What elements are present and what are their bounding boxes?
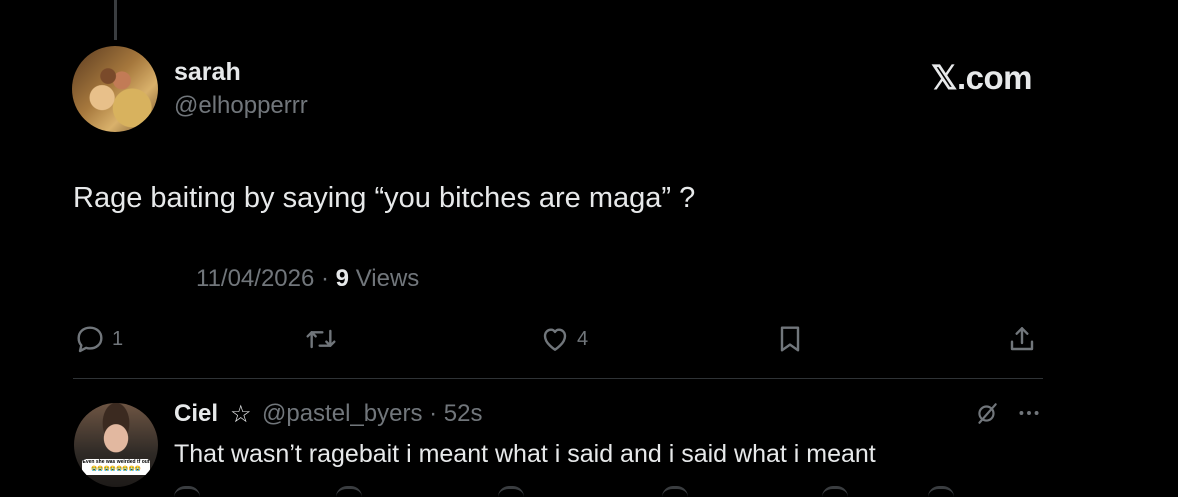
- like-button[interactable]: 4: [539, 323, 588, 355]
- reply-bookmark-icon[interactable]: [822, 486, 848, 497]
- sticker-text: Even she was weirded tf out: [82, 459, 150, 465]
- share-icon: [1010, 327, 1034, 351]
- reply-views-icon[interactable]: [662, 486, 688, 497]
- views-label: Views: [349, 265, 420, 292]
- x-brand-logo: 𝕏.com: [930, 59, 1033, 96]
- reply-count: 1: [112, 327, 124, 350]
- reply-reply-icon[interactable]: [174, 486, 200, 497]
- divider: [73, 378, 1043, 379]
- grok-icon[interactable]: [974, 400, 1000, 426]
- reply-like-icon[interactable]: [498, 486, 524, 497]
- bookmark-button[interactable]: [774, 323, 806, 355]
- author-name[interactable]: sarah: [174, 58, 241, 87]
- reply-share-icon[interactable]: [928, 486, 954, 497]
- bookmark-icon: [780, 326, 800, 352]
- reply-header-actions: [974, 400, 1042, 426]
- reply-button[interactable]: 1: [74, 323, 123, 355]
- reply-meta-separator: ·: [422, 400, 444, 427]
- views-count: 9: [335, 265, 350, 292]
- reply-meta: @pastel_byers · 52s: [262, 400, 482, 428]
- share-button[interactable]: [1006, 323, 1038, 355]
- post-meta: 11/04/2026 · 9 Views: [196, 265, 419, 293]
- repost-button[interactable]: [303, 323, 339, 355]
- reply-avatar[interactable]: Even she was weirded tf out 😭😭😭😭😭😭😭😭: [74, 403, 158, 487]
- sticker-emoji: 😭😭😭😭😭😭😭😭: [91, 466, 141, 472]
- reply-time[interactable]: 52s: [444, 400, 483, 427]
- thread-line: [114, 0, 117, 40]
- avatar-sticker: Even she was weirded tf out 😭😭😭😭😭😭😭😭: [82, 459, 150, 475]
- post-date[interactable]: 11/04/2026: [196, 265, 314, 292]
- reply-text: That wasn’t ragebait i meant what i said…: [174, 440, 876, 468]
- author-avatar[interactable]: [72, 46, 158, 132]
- author-handle[interactable]: @elhopperrr: [174, 92, 308, 120]
- reply-handle[interactable]: @pastel_byers: [262, 400, 422, 427]
- reply-author-name[interactable]: Ciel: [174, 400, 218, 428]
- star-icon: ☆: [230, 401, 252, 428]
- repost-icon: [306, 329, 336, 349]
- reply-repost-icon[interactable]: [336, 486, 362, 497]
- meta-separator: ·: [314, 265, 336, 292]
- post-text: Rage baiting by saying “you bitches are …: [73, 182, 696, 214]
- heart-icon: [543, 328, 567, 351]
- reply-icon: [77, 326, 103, 353]
- more-options-icon[interactable]: [1016, 400, 1042, 426]
- like-count: 4: [577, 327, 589, 350]
